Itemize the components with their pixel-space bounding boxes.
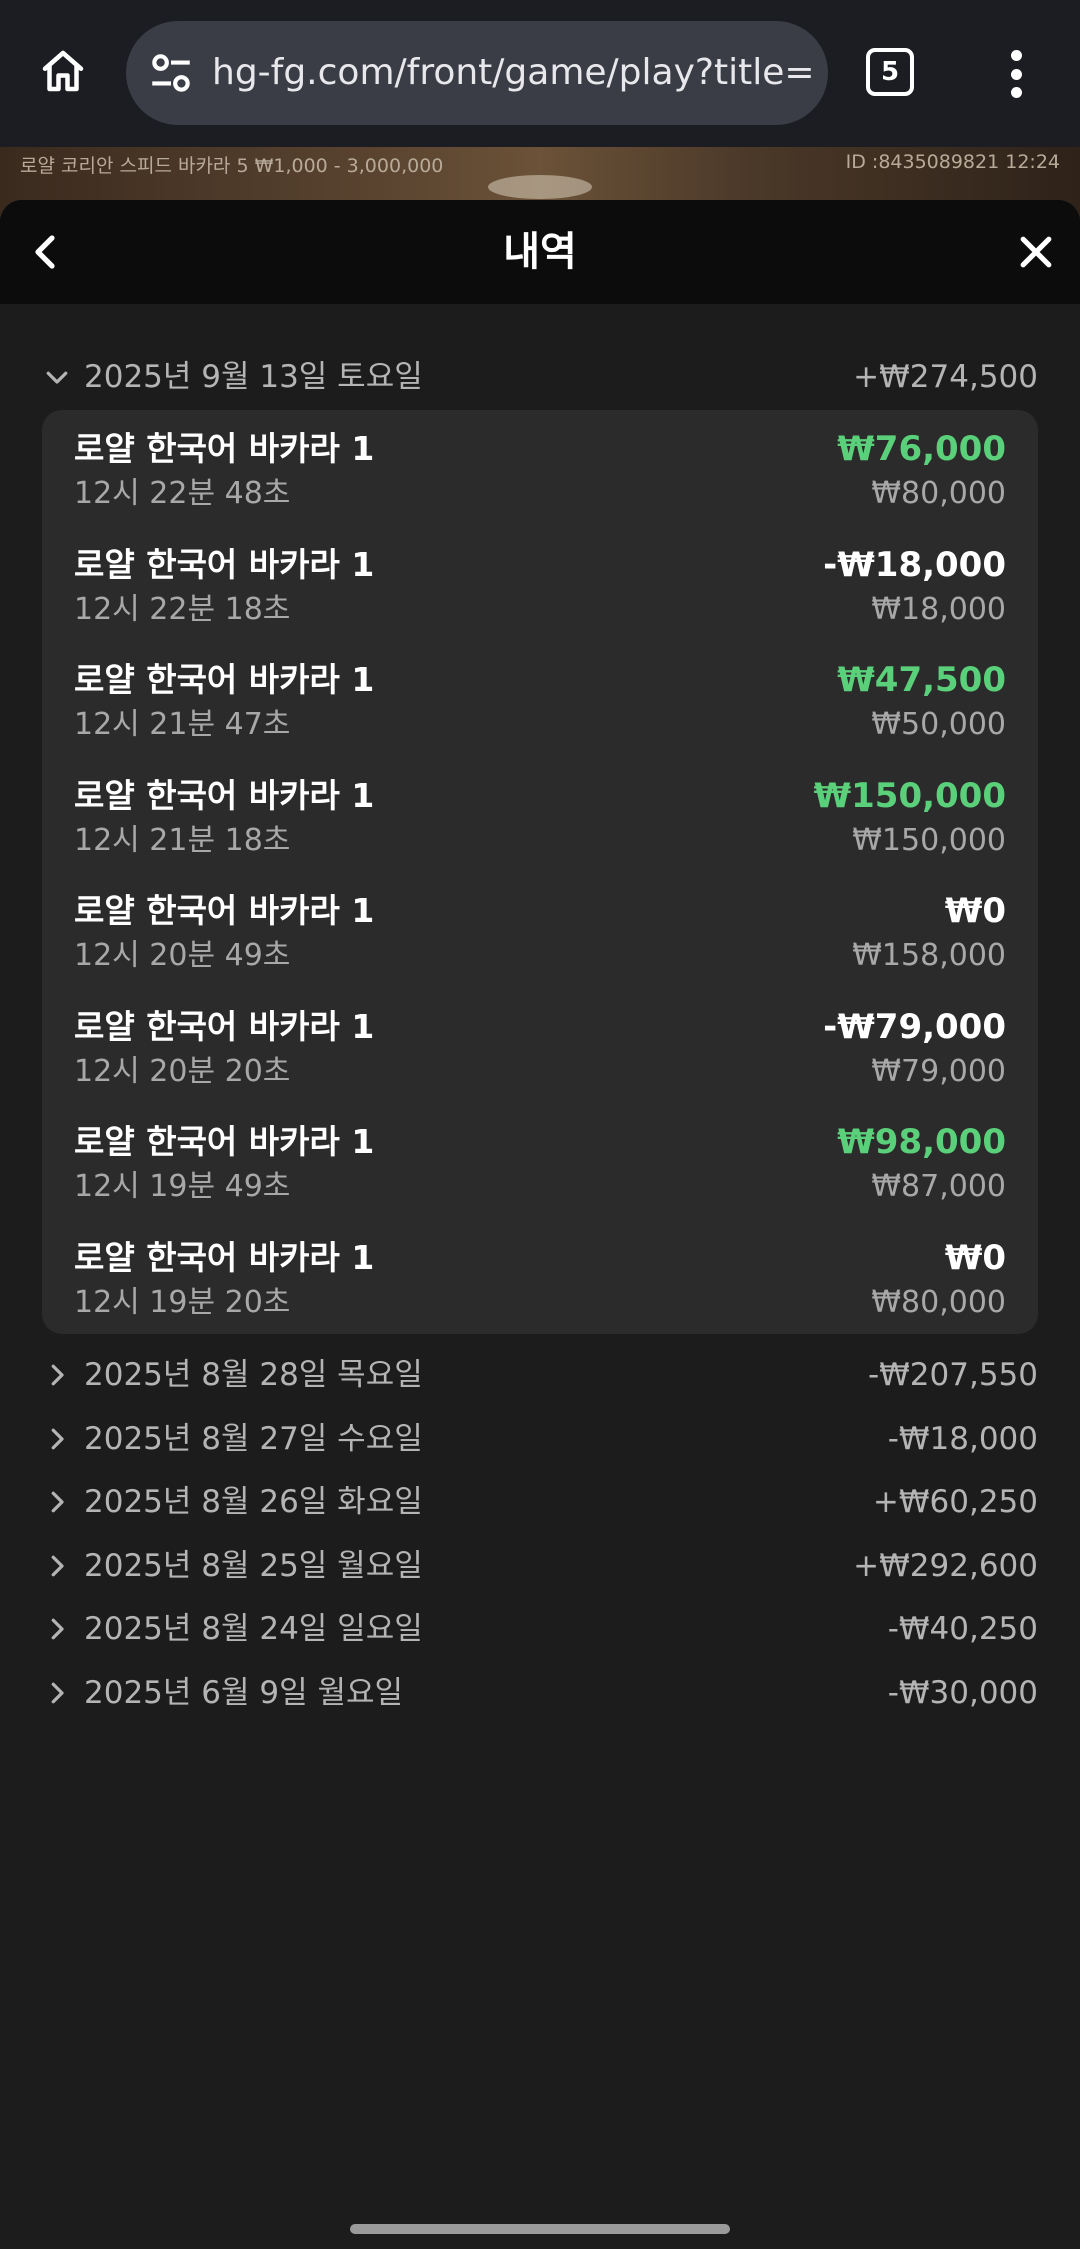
day-date: 2025년 9월 13일 토요일 <box>84 359 423 395</box>
chevron-right-icon <box>51 1682 64 1704</box>
table-info: 로얄 코리안 스피드 바카라 5 ₩1,000 - 3,000,000 <box>20 155 444 177</box>
day-header-collapsed[interactable]: 2025년 8월 27일 수요일 -₩18,000 <box>42 1414 1038 1464</box>
bet-stake: ₩80,000 <box>871 1284 1006 1320</box>
bet-result: -₩18,000 <box>823 544 1006 585</box>
home-icon[interactable] <box>30 38 96 104</box>
bet-time: 12시 20분 20초 <box>74 1053 291 1089</box>
day-date: 2025년 6월 9일 월요일 <box>84 1675 404 1711</box>
chevron-right-icon <box>51 1619 64 1640</box>
bet-row[interactable]: 로얄 한국어 바카라 1 12시 21분 18초 ₩150,000 ₩150,000 <box>42 771 1038 877</box>
chevron-right-icon <box>51 1364 64 1386</box>
bet-stake: ₩150,000 <box>852 822 1006 858</box>
bet-stake: ₩50,000 <box>871 707 1006 742</box>
url-text[interactable]: hg-fg.com/front/game/play?title=프 <box>212 21 812 125</box>
chevron-right-icon <box>51 1428 64 1449</box>
close-icon[interactable] <box>1014 230 1058 274</box>
day-total: -₩40,250 <box>887 1611 1038 1648</box>
day-header-collapsed[interactable]: 2025년 8월 24일 일요일 -₩40,250 <box>42 1604 1038 1654</box>
history-panel: 내역 2025년 9월 13일 토요일 +₩274,500 로얄 한국어 바카라… <box>0 200 1080 2249</box>
panel-header: 내역 <box>0 200 1080 304</box>
panel-title: 내역 <box>503 229 577 275</box>
day-date: 2025년 8월 28일 목요일 <box>84 1357 423 1393</box>
bet-row[interactable]: 로얄 한국어 바카라 1 12시 20분 20초 -₩79,000 ₩79,000 <box>42 1002 1038 1108</box>
bet-row[interactable]: 로얄 한국어 바카라 1 12시 20분 49초 ₩0 ₩158,000 <box>42 886 1038 992</box>
gesture-home-indicator[interactable] <box>350 2224 730 2234</box>
game-name: 로얄 한국어 바카라 1 <box>74 1006 375 1046</box>
bet-list-card: 로얄 한국어 바카라 1 12시 22분 48초 ₩76,000 ₩80,000 로얄 … <box>42 410 1038 1334</box>
bet-stake: ₩87,000 <box>871 1169 1006 1204</box>
day-header-collapsed[interactable]: 2025년 8월 26일 화요일 +₩60,250 <box>42 1477 1038 1527</box>
bet-row[interactable]: 로얄 한국어 바카라 1 12시 21분 47초 ₩47,500 ₩50,000 <box>42 655 1038 761</box>
round-info: ID :8435089821 12:24 <box>845 151 1060 173</box>
chevron-right-icon <box>51 1555 64 1577</box>
day-header-collapsed[interactable]: 2025년 8월 25일 월요일 +₩292,600 <box>42 1541 1038 1591</box>
site-settings-icon[interactable] <box>146 48 196 98</box>
bet-time: 12시 22분 48초 <box>74 476 291 511</box>
bet-result: ₩0 <box>944 891 1006 931</box>
day-header-collapsed[interactable]: 2025년 8월 28일 목요일 -₩207,550 <box>42 1350 1038 1400</box>
game-name: 로얄 한국어 바카라 1 <box>74 660 375 699</box>
day-total: -₩207,550 <box>867 1357 1038 1393</box>
bet-time: 12시 21분 47초 <box>74 707 291 742</box>
bet-time: 12시 20분 49초 <box>74 938 291 973</box>
bet-row[interactable]: 로얄 한국어 바카라 1 12시 19분 49초 ₩98,000 ₩87,000 <box>42 1117 1038 1223</box>
chevron-down-icon <box>46 371 68 384</box>
bet-time: 12시 22분 18초 <box>74 591 291 627</box>
day-date: 2025년 8월 24일 일요일 <box>84 1611 423 1648</box>
bet-result: ₩150,000 <box>813 775 1006 816</box>
day-total: -₩30,000 <box>887 1675 1038 1711</box>
bet-stake: ₩79,000 <box>871 1053 1006 1089</box>
bet-time: 12시 19분 20초 <box>74 1284 291 1320</box>
more-menu-icon[interactable] <box>996 44 1036 104</box>
chevron-right-icon <box>51 1491 64 1513</box>
back-arrow-icon[interactable] <box>22 228 70 276</box>
game-name: 로얄 한국어 바카라 1 <box>74 891 375 930</box>
day-header-expanded[interactable]: 2025년 9월 13일 토요일 +₩274,500 <box>42 352 1038 402</box>
day-total: +₩60,250 <box>872 1484 1038 1521</box>
bet-stake: ₩18,000 <box>871 591 1006 627</box>
casino-crest-logo <box>488 175 592 199</box>
game-name: 로얄 한국어 바카라 1 <box>74 1237 375 1277</box>
bet-result: ₩98,000 <box>837 1122 1006 1162</box>
bet-time: 12시 21분 18초 <box>74 822 291 858</box>
day-total: -₩18,000 <box>887 1420 1038 1457</box>
game-name: 로얄 한국어 바카라 1 <box>74 429 375 468</box>
bet-result: ₩47,500 <box>837 660 1006 700</box>
bet-time: 12시 19분 49초 <box>74 1169 291 1204</box>
game-name: 로얄 한국어 바카라 1 <box>74 544 375 584</box>
day-total: +₩274,500 <box>853 359 1038 395</box>
bet-result: ₩0 <box>944 1237 1006 1278</box>
day-date: 2025년 8월 26일 화요일 <box>84 1484 423 1521</box>
bet-result: -₩79,000 <box>823 1006 1006 1047</box>
bet-row[interactable]: 로얄 한국어 바카라 1 12시 19분 20초 ₩0 ₩80,000 <box>42 1233 1038 1339</box>
day-total: +₩292,600 <box>853 1547 1038 1584</box>
address-bar[interactable]: hg-fg.com/front/game/play?title=프 <box>126 21 828 125</box>
tab-switcher-button[interactable]: 5 <box>866 48 914 96</box>
bet-stake: ₩80,000 <box>871 476 1006 511</box>
day-date: 2025년 8월 25일 월요일 <box>84 1547 423 1584</box>
day-date: 2025년 8월 27일 수요일 <box>84 1420 423 1457</box>
browser-toolbar: hg-fg.com/front/game/play?title=프 5 <box>0 0 1080 147</box>
bet-row[interactable]: 로얄 한국어 바카라 1 12시 22분 18초 -₩18,000 ₩18,000 <box>42 540 1038 646</box>
game-name: 로얄 한국어 바카라 1 <box>74 1122 375 1161</box>
bet-row[interactable]: 로얄 한국어 바카라 1 12시 22분 48초 ₩76,000 ₩80,000 <box>42 424 1038 530</box>
bet-result: ₩76,000 <box>837 429 1006 469</box>
game-name: 로얄 한국어 바카라 1 <box>74 775 375 815</box>
day-header-collapsed[interactable]: 2025년 6월 9일 월요일 -₩30,000 <box>42 1668 1038 1718</box>
bet-stake: ₩158,000 <box>852 938 1006 973</box>
